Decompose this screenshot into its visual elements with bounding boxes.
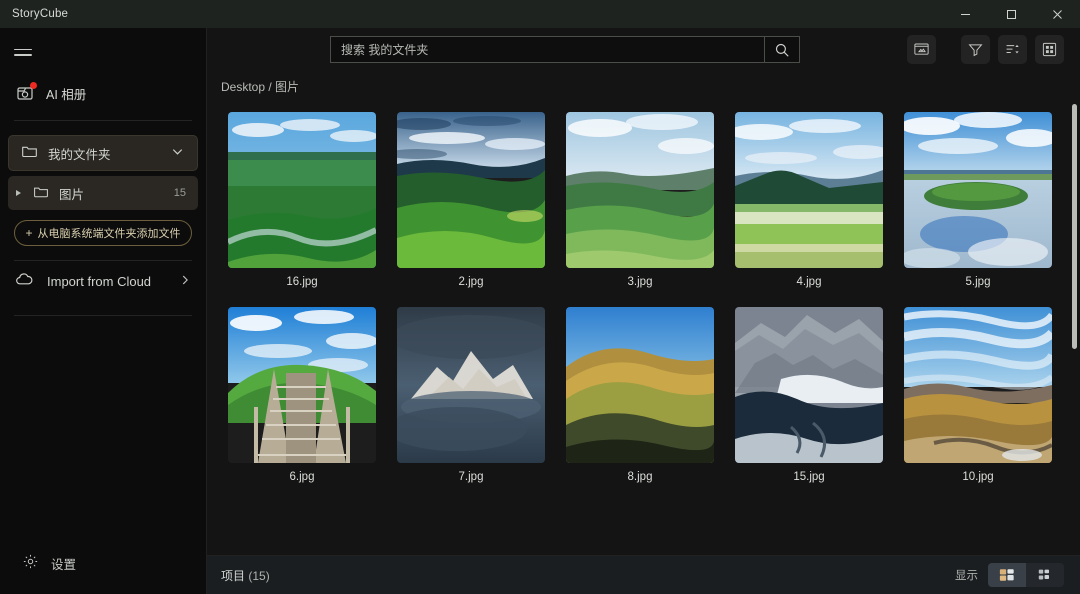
vertical-scrollbar[interactable]	[1071, 104, 1078, 551]
file-name: 2.jpg	[458, 276, 484, 288]
file-name: 5.jpg	[965, 276, 991, 288]
import-cloud-label: Import from Cloud	[47, 273, 152, 289]
chevron-down-icon[interactable]	[170, 144, 185, 162]
thumbnail-image[interactable]	[228, 112, 376, 268]
search-button[interactable]	[764, 36, 800, 63]
settings-label: 设置	[51, 557, 77, 572]
sidebar: AI 相册 我的文件夹 图片 15 + 从电脑系统端文件夹添加文件 Import…	[0, 28, 207, 594]
gallery-item[interactable]: 15.jpg	[735, 307, 883, 483]
close-button[interactable]	[1034, 0, 1080, 28]
thumbnail-image[interactable]	[735, 112, 883, 268]
file-name: 4.jpg	[796, 276, 822, 288]
sidebar-divider-top	[14, 120, 192, 121]
maximize-button[interactable]	[988, 0, 1034, 28]
search-input[interactable]	[330, 36, 764, 63]
breadcrumb[interactable]: Desktop / 图片	[207, 72, 1080, 100]
item-count: 项目 (15)	[221, 567, 270, 584]
ai-album-icon	[16, 82, 37, 103]
sidebar-item-import-cloud[interactable]: Import from Cloud	[14, 261, 192, 301]
items-count: (15)	[248, 568, 270, 583]
file-name: 3.jpg	[627, 276, 653, 288]
cloud-icon	[14, 269, 35, 293]
gallery-item[interactable]: 4.jpg	[735, 112, 883, 288]
my-folder-label: 我的文件夹	[48, 147, 111, 162]
file-name: 15.jpg	[793, 471, 825, 483]
gallery-item[interactable]: 5.jpg	[904, 112, 1052, 288]
scrollbar-thumb[interactable]	[1072, 104, 1077, 349]
gear-icon	[22, 553, 39, 573]
sidebar-item-pictures[interactable]: 图片 15	[8, 176, 198, 210]
sidebar-item-settings[interactable]: 设置	[0, 546, 206, 594]
hamburger-icon[interactable]	[14, 40, 38, 64]
file-name: 7.jpg	[458, 471, 484, 483]
chevron-right-icon[interactable]	[178, 273, 192, 290]
gallery-item[interactable]: 2.jpg	[397, 112, 545, 288]
ai-album-label: AI 相册	[46, 87, 87, 102]
display-label: 显示	[955, 570, 978, 582]
main-content: Desktop / 图片	[207, 28, 1080, 594]
file-name: 6.jpg	[289, 471, 315, 483]
file-name: 16.jpg	[286, 276, 318, 288]
gallery-item[interactable]: 8.jpg	[566, 307, 714, 483]
app-title: StoryCube	[12, 8, 69, 20]
folder-icon	[21, 143, 38, 163]
thumbnail-image[interactable]	[566, 307, 714, 463]
thumbnail-image[interactable]	[397, 112, 545, 268]
small-thumbnails-view-button[interactable]	[1026, 563, 1064, 587]
gallery-item[interactable]: 6.jpg	[228, 307, 376, 483]
plus-icon: +	[25, 226, 33, 240]
triangle-right-icon[interactable]	[16, 190, 21, 196]
thumbnail-image[interactable]: 7.jpg	[397, 307, 545, 483]
pictures-label: 图片	[59, 187, 85, 202]
window-controls	[942, 0, 1080, 28]
slideshow-button[interactable]	[907, 35, 936, 64]
pictures-count: 15	[173, 187, 186, 199]
toolbar	[207, 28, 1080, 72]
thumbnail-image[interactable]	[904, 307, 1052, 463]
add-files-label: 从电脑系统端文件夹添加文件	[37, 228, 181, 240]
window-body: AI 相册 我的文件夹 图片 15 + 从电脑系统端文件夹添加文件 Import…	[0, 28, 1080, 594]
gallery-item[interactable]: 16.jpg	[228, 112, 376, 288]
sort-button[interactable]	[998, 35, 1027, 64]
sidebar-item-my-folder[interactable]: 我的文件夹	[8, 135, 198, 171]
filter-button[interactable]	[961, 35, 990, 64]
add-files-button[interactable]: + 从电脑系统端文件夹添加文件	[14, 220, 192, 246]
notification-badge	[30, 82, 37, 89]
storycube-window: StoryCube AI 相册 我的文件夹 图片 15 + 从电脑系统端文件夹添…	[0, 0, 1080, 594]
file-name: 8.jpg	[627, 471, 653, 483]
gallery-grid: 16.jpg 2.jpg 3.jpg 4.jpg 5.jpg 6.jpg 7.j…	[207, 100, 1080, 483]
sidebar-divider-bottom	[14, 315, 192, 316]
view-mode-segmented	[988, 563, 1064, 587]
gallery-item[interactable]: 3.jpg	[566, 112, 714, 288]
items-label: 项目	[221, 568, 246, 583]
thumbnail-image[interactable]	[735, 307, 883, 463]
thumbnail-image[interactable]	[904, 112, 1052, 268]
title-bar: StoryCube	[0, 0, 1080, 28]
gallery-scroll-area: 16.jpg 2.jpg 3.jpg 4.jpg 5.jpg 6.jpg 7.j…	[207, 100, 1080, 555]
thumbnail-image[interactable]	[566, 112, 714, 268]
toolbar-buttons	[907, 35, 1064, 64]
view-mode-controls: 显示	[955, 563, 1064, 587]
thumbnail-image[interactable]	[228, 307, 376, 463]
large-thumbnails-view-button[interactable]	[988, 563, 1026, 587]
grid-view-button[interactable]	[1035, 35, 1064, 64]
thumbnail-image[interactable]	[397, 307, 545, 463]
gallery-item[interactable]: 10.jpg	[904, 307, 1052, 483]
sidebar-item-ai-album[interactable]: AI 相册	[16, 80, 206, 106]
folder-icon	[33, 184, 49, 203]
search-bar	[330, 36, 800, 63]
status-bar: 项目 (15) 显示	[207, 555, 1080, 594]
file-name: 10.jpg	[962, 471, 994, 483]
minimize-button[interactable]	[942, 0, 988, 28]
